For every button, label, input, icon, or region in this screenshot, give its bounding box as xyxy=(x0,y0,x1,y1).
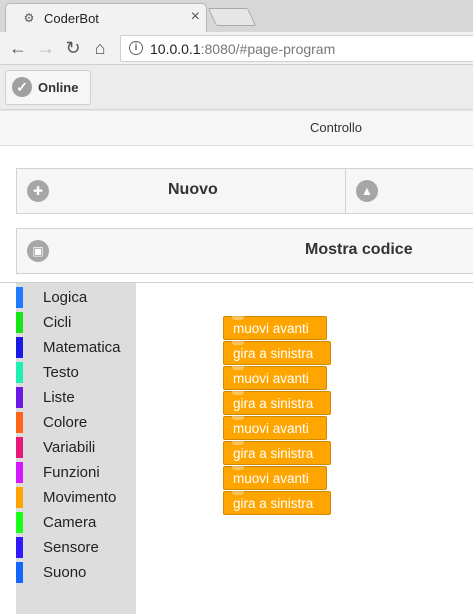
url-host: 10.0.0.1 xyxy=(150,41,201,57)
category-color xyxy=(16,562,23,583)
category-label: Colore xyxy=(43,414,88,431)
category-color xyxy=(16,437,23,458)
toolbox-category-colore[interactable]: Colore xyxy=(16,410,136,435)
browser-tab-bar: ⚙ CoderBot × xyxy=(0,0,473,33)
app-header: ✓ Online xyxy=(0,65,473,110)
reload-icon[interactable]: ↻ xyxy=(63,38,83,58)
toolbox-category-matematica[interactable]: Matematica xyxy=(16,335,136,360)
forward-arrow-icon[interactable]: → xyxy=(36,38,56,58)
toolbox-category-testo[interactable]: Testo xyxy=(16,360,136,385)
category-label: Cicli xyxy=(43,314,72,331)
block-move-forward[interactable]: muovi avanti xyxy=(223,416,327,440)
category-label: Testo xyxy=(43,364,79,381)
toolbox-category-camera[interactable]: Camera xyxy=(16,510,136,535)
category-color xyxy=(16,537,23,558)
category-color xyxy=(16,337,23,358)
url-path: :8080/#page-program xyxy=(200,41,336,57)
category-color xyxy=(16,412,23,433)
toolbox-category-logica[interactable]: Logica xyxy=(16,285,136,310)
block-turn-left[interactable]: gira a sinistra xyxy=(223,441,331,465)
category-color xyxy=(16,462,23,483)
toolbox-category-liste[interactable]: Liste xyxy=(16,385,136,410)
category-color xyxy=(16,312,23,333)
code-icon: ▣ xyxy=(27,240,49,262)
tab-controllo[interactable]: Controllo xyxy=(310,120,362,135)
new-tab-button[interactable] xyxy=(207,8,257,26)
browser-tab[interactable]: ⚙ CoderBot × xyxy=(5,3,207,33)
category-label: Camera xyxy=(43,514,97,531)
category-color xyxy=(16,512,23,533)
block-turn-left[interactable]: gira a sinistra xyxy=(223,391,331,415)
toolbox-category-variabili[interactable]: Variabili xyxy=(16,435,136,460)
show-code-label: Mostra codice xyxy=(305,241,413,258)
close-icon[interactable]: × xyxy=(191,9,200,25)
category-color xyxy=(16,387,23,408)
new-file-icon: ✚ xyxy=(27,180,49,202)
toolbox-category-suono[interactable]: Suono xyxy=(16,560,136,585)
category-label: Logica xyxy=(43,289,88,306)
block-move-forward[interactable]: muovi avanti xyxy=(223,316,327,340)
category-label: Suono xyxy=(43,564,87,581)
new-program-button[interactable]: ✚ Nuovo xyxy=(16,168,346,214)
category-label: Matematica xyxy=(43,339,121,356)
upload-button[interactable]: ▲ xyxy=(345,168,473,214)
category-color xyxy=(16,362,23,383)
back-arrow-icon[interactable]: ← xyxy=(8,38,28,58)
blockly-toolbox: Logica Cicli Matematica Testo Liste Colo… xyxy=(16,283,136,614)
info-icon[interactable]: i xyxy=(129,41,143,55)
tab-title: CoderBot xyxy=(44,11,99,26)
category-color xyxy=(16,487,23,508)
url-text: 10.0.0.1:8080/#page-program xyxy=(150,41,335,57)
tab-strip: Controllo xyxy=(0,110,473,146)
upload-icon: ▲ xyxy=(356,180,378,202)
address-bar[interactable]: i 10.0.0.1:8080/#page-program xyxy=(120,35,473,62)
home-icon[interactable]: ⌂ xyxy=(90,38,110,58)
toolbox-category-movimento[interactable]: Movimento xyxy=(16,485,136,510)
block-move-forward[interactable]: muovi avanti xyxy=(223,366,327,390)
block-turn-left[interactable]: gira a sinistra xyxy=(223,491,331,515)
category-label: Funzioni xyxy=(43,464,100,481)
favicon-icon: ⚙ xyxy=(23,11,35,25)
browser-toolbar: ← → ↻ ⌂ i 10.0.0.1:8080/#page-program xyxy=(0,32,473,65)
toolbox-category-funzioni[interactable]: Funzioni xyxy=(16,460,136,485)
category-label: Movimento xyxy=(43,489,117,506)
category-color xyxy=(16,287,23,308)
category-label: Variabili xyxy=(43,439,96,456)
new-program-label: Nuovo xyxy=(168,181,218,198)
show-code-button[interactable]: ▣ Mostra codice xyxy=(16,228,473,274)
block-turn-left[interactable]: gira a sinistra xyxy=(223,341,331,365)
category-label: Sensore xyxy=(43,539,99,556)
online-status-label: Online xyxy=(38,80,79,95)
online-status-button[interactable]: ✓ Online xyxy=(5,70,91,105)
check-icon: ✓ xyxy=(12,77,32,97)
category-label: Liste xyxy=(43,389,75,406)
toolbox-category-cicli[interactable]: Cicli xyxy=(16,310,136,335)
block-move-forward[interactable]: muovi avanti xyxy=(223,466,327,490)
toolbox-category-sensore[interactable]: Sensore xyxy=(16,535,136,560)
